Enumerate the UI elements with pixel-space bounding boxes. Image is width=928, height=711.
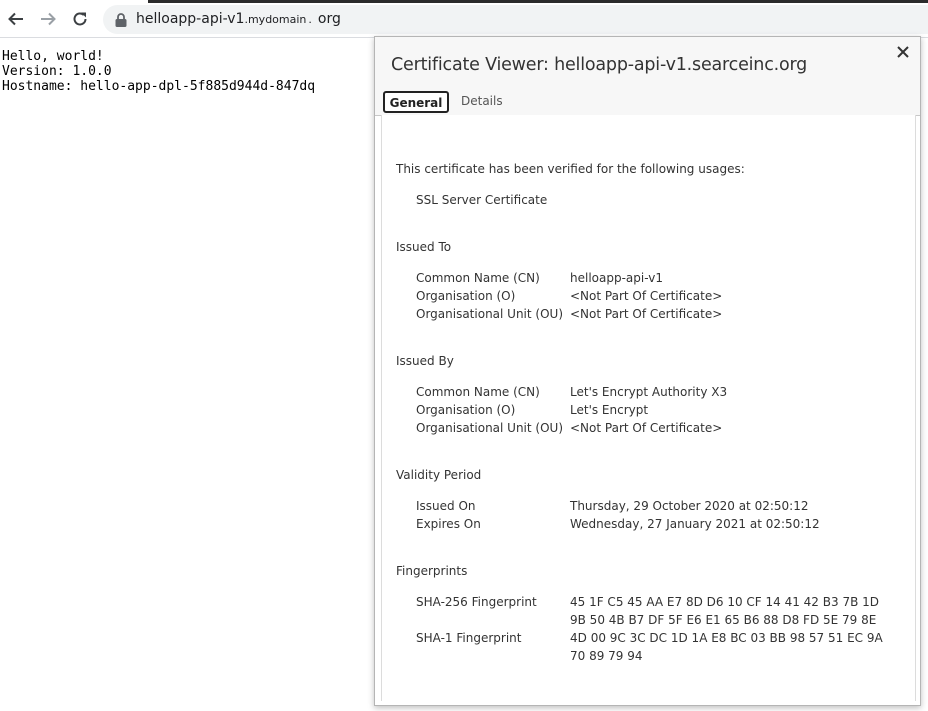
usage-item: SSL Server Certificate: [416, 193, 548, 207]
url-host: helloapp-api-v1: [136, 11, 245, 27]
field-value: Thursday, 29 October 2020 at 02:50:12: [570, 499, 809, 513]
tab-details[interactable]: Details: [461, 91, 503, 113]
fingerprint-line: 70 89 79 94: [570, 649, 643, 663]
page-line: Hello, world!: [2, 49, 104, 64]
close-icon[interactable]: [894, 43, 912, 61]
field-label: Common Name (CN): [416, 271, 540, 285]
dialog-title: Certificate Viewer: helloapp-api-v1.sear…: [391, 55, 808, 75]
general-panel: This certificate has been verified for t…: [381, 115, 916, 701]
field-value: <Not Part Of Certificate>: [570, 421, 723, 435]
validity-heading: Validity Period: [396, 468, 482, 482]
url-text[interactable]: helloapp-api-v1.mydomain. org: [136, 9, 341, 30]
issued-to-heading: Issued To: [396, 240, 452, 254]
dialog-tabs: General Details: [375, 79, 920, 116]
fingerprint-line: 45 1F C5 45 AA E7 8D D6 10 CF 14 41 42 B…: [570, 595, 879, 609]
lock-icon[interactable]: [114, 12, 128, 28]
url-tld: org: [317, 11, 341, 27]
forward-button[interactable]: [34, 5, 62, 33]
fingerprint-line: 9B 50 4B B7 DF 5F E6 E1 65 B6 88 D8 FD 5…: [570, 613, 877, 627]
browser-toolbar: helloapp-api-v1.mydomain. org: [0, 3, 928, 37]
field-label: Issued On: [416, 499, 476, 513]
tab-general[interactable]: General: [383, 91, 449, 113]
back-button[interactable]: [2, 5, 30, 33]
field-label: Organisation (O): [416, 403, 516, 417]
page-text: Hello, world! Version: 1.0.0 Hostname: hel…: [2, 49, 315, 94]
page-line: Version: 1.0.0: [2, 64, 112, 79]
verified-heading: This certificate has been verified for t…: [396, 162, 745, 176]
field-label: SHA-256 Fingerprint: [416, 595, 537, 609]
field-label: Organisation (O): [416, 289, 516, 303]
page-line: Hostname: hello-app-dpl-5f885d944d-847dq: [2, 79, 316, 94]
field-value: Let's Encrypt: [570, 403, 649, 417]
field-value: helloapp-api-v1: [570, 271, 663, 285]
field-value: Wednesday, 27 January 2021 at 02:50:12: [570, 517, 820, 531]
field-label: Common Name (CN): [416, 385, 540, 399]
field-value: <Not Part Of Certificate>: [570, 289, 723, 303]
url-dot: .: [308, 13, 312, 26]
address-bar[interactable]: helloapp-api-v1.mydomain. org: [103, 5, 928, 34]
field-label: Expires On: [416, 517, 481, 531]
dialog-header: Certificate Viewer: helloapp-api-v1.sear…: [375, 37, 920, 79]
arrow-left-icon: [8, 12, 23, 26]
field-value: <Not Part Of Certificate>: [570, 307, 723, 321]
reload-icon: [73, 12, 87, 26]
arrow-right-icon: [41, 12, 56, 26]
reload-button[interactable]: [66, 5, 94, 33]
certificate-viewer-dialog: Certificate Viewer: helloapp-api-v1.sear…: [374, 36, 921, 706]
field-label: SHA-1 Fingerprint: [416, 631, 522, 645]
issued-by-heading: Issued By: [396, 354, 454, 368]
field-label: Organisational Unit (OU): [416, 307, 564, 321]
fingerprint-line: 4D 00 9C 3C DC 1D 1A E8 BC 03 BB 98 57 5…: [570, 631, 883, 645]
url-domain: .mydomain: [244, 13, 307, 26]
fingerprints-heading: Fingerprints: [396, 564, 468, 578]
field-value: Let's Encrypt Authority X3: [570, 385, 728, 399]
field-label: Organisational Unit (OU): [416, 421, 564, 435]
